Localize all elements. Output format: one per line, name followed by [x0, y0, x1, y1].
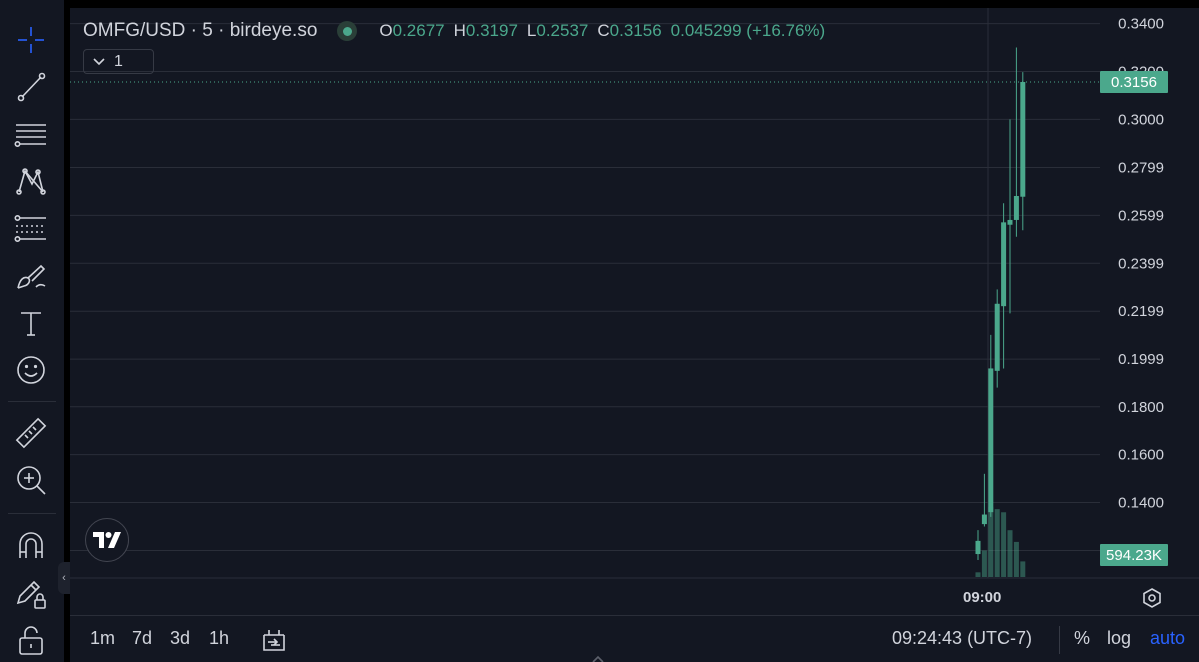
ruler-tool[interactable] — [8, 413, 54, 453]
price-tick-label: 0.1600 — [1118, 447, 1164, 464]
indicators-count: 1 — [114, 52, 123, 70]
fib-retracement-tool[interactable] — [8, 208, 54, 248]
range-3d-button[interactable]: 3d — [170, 628, 190, 649]
brush-icon — [17, 264, 46, 289]
volume-bar — [1007, 530, 1013, 577]
volume-bar — [1013, 541, 1019, 577]
low-key: L — [526, 21, 537, 40]
candle-body — [1013, 196, 1019, 220]
open-value: 0.2677 — [392, 21, 445, 40]
candle-body — [975, 540, 981, 555]
tradingview-logo[interactable] — [85, 518, 129, 562]
high-value: 0.3197 — [465, 21, 518, 40]
volume-bar — [988, 506, 994, 577]
bottom-toolbar: 1m 7d 3d 1h 09:24:43 (UTC-7) % log auto — [70, 615, 1199, 662]
volume-bar — [994, 509, 1000, 577]
candles — [975, 47, 1026, 561]
text-icon — [21, 312, 41, 336]
price-chart[interactable]: 0.34000.32000.30000.27990.25990.23990.21… — [70, 8, 1199, 615]
last-price-tag: 0.3156 — [1100, 71, 1168, 93]
chart-settings-button[interactable] — [1138, 584, 1166, 612]
chevron-up-icon[interactable] — [591, 654, 605, 662]
volume-bar — [1020, 561, 1026, 577]
price-tick-label: 0.2799 — [1118, 160, 1164, 177]
timezone-clock[interactable]: 09:24:43 (UTC-7) — [892, 628, 1032, 649]
candle-body — [1020, 82, 1026, 197]
zoom-in-tool[interactable] — [8, 460, 54, 500]
range-1m-button[interactable]: 1m — [90, 628, 115, 649]
percent-scale-toggle[interactable]: % — [1074, 628, 1090, 649]
lock-drawings-tool[interactable] — [8, 573, 54, 613]
divider — [1059, 626, 1060, 654]
market-status-icon[interactable] — [337, 21, 358, 41]
range-1h-button[interactable]: 1h — [209, 628, 229, 649]
emoji-tool[interactable] — [8, 350, 54, 390]
high-key: H — [453, 21, 466, 40]
chevron-left-icon: ‹ — [62, 572, 66, 584]
range-7d-button[interactable]: 7d — [132, 628, 152, 649]
text-tool[interactable] — [8, 303, 54, 343]
price-tick-label: 0.1800 — [1118, 399, 1164, 416]
candle-body — [994, 303, 1000, 371]
tradingview-logo-icon — [93, 532, 121, 548]
magnet-icon — [19, 532, 43, 558]
zoom-in-icon — [17, 466, 46, 495]
collapse-toolbar-button[interactable]: ‹ — [58, 562, 70, 594]
chart-grid — [70, 23, 1100, 551]
gear-icon — [1143, 588, 1161, 608]
lock-pencil-icon — [16, 580, 46, 609]
volume-tag: 594.23K — [1100, 544, 1168, 566]
change-value: 0.045299 (+16.76%) — [670, 21, 826, 40]
candle-body — [981, 514, 987, 525]
fib-retracement-icon — [14, 215, 46, 242]
unlock-icon — [19, 626, 43, 655]
pattern-tool[interactable] — [8, 161, 54, 201]
price-tick-label: 0.2399 — [1118, 255, 1164, 272]
volume-bar — [981, 550, 987, 577]
trend-line-tool[interactable] — [8, 67, 54, 107]
candle-body — [1001, 222, 1007, 307]
unlock-tool[interactable] — [8, 620, 54, 660]
price-tick-label: 0.2199 — [1118, 303, 1164, 320]
time-axis-label: 09:00 — [963, 589, 1002, 606]
candle-body — [1007, 219, 1013, 225]
drawing-toolbar — [0, 0, 64, 662]
chart-pane[interactable]: 0.34000.32000.30000.27990.25990.23990.21… — [70, 8, 1199, 662]
brush-tool[interactable] — [8, 256, 54, 296]
price-tick-label: 0.2599 — [1118, 207, 1164, 224]
price-tick-label: 0.1999 — [1118, 351, 1164, 368]
price-axis-labels: 0.34000.32000.30000.27990.25990.23990.21… — [1118, 16, 1164, 560]
close-key: C — [597, 21, 610, 40]
symbol-title[interactable]: OMFG/USD · 5 · birdeye.so — [83, 20, 317, 42]
emoji-icon — [17, 356, 45, 384]
ruler-icon — [15, 417, 47, 449]
crosshair-tool[interactable] — [8, 20, 54, 60]
candle-body — [988, 368, 994, 513]
horizontal-lines-tool[interactable] — [8, 114, 54, 154]
auto-scale-toggle[interactable]: auto — [1150, 628, 1185, 649]
go-to-date-icon[interactable] — [260, 626, 288, 654]
price-tick-label: 0.3000 — [1118, 111, 1164, 128]
trend-line-icon — [17, 72, 46, 102]
pattern-icon — [16, 168, 46, 195]
low-value: 0.2537 — [536, 21, 589, 40]
horizontal-lines-icon — [14, 124, 46, 147]
chart-legend: OMFG/USD · 5 · birdeye.so O 0.2677 H 0.3… — [83, 20, 834, 42]
magnet-tool[interactable] — [8, 525, 54, 565]
indicators-toggle-button[interactable]: 1 — [83, 49, 154, 74]
chevron-down-icon — [93, 57, 105, 65]
crosshair-icon — [18, 27, 44, 53]
open-key: O — [379, 21, 393, 40]
close-value: 0.3156 — [609, 21, 662, 40]
log-scale-toggle[interactable]: log — [1107, 628, 1131, 649]
price-tick-label: 0.1400 — [1118, 495, 1164, 512]
volume-bar — [975, 572, 981, 577]
volume-bar — [1001, 512, 1007, 577]
price-tick-label: 0.3400 — [1118, 16, 1164, 33]
